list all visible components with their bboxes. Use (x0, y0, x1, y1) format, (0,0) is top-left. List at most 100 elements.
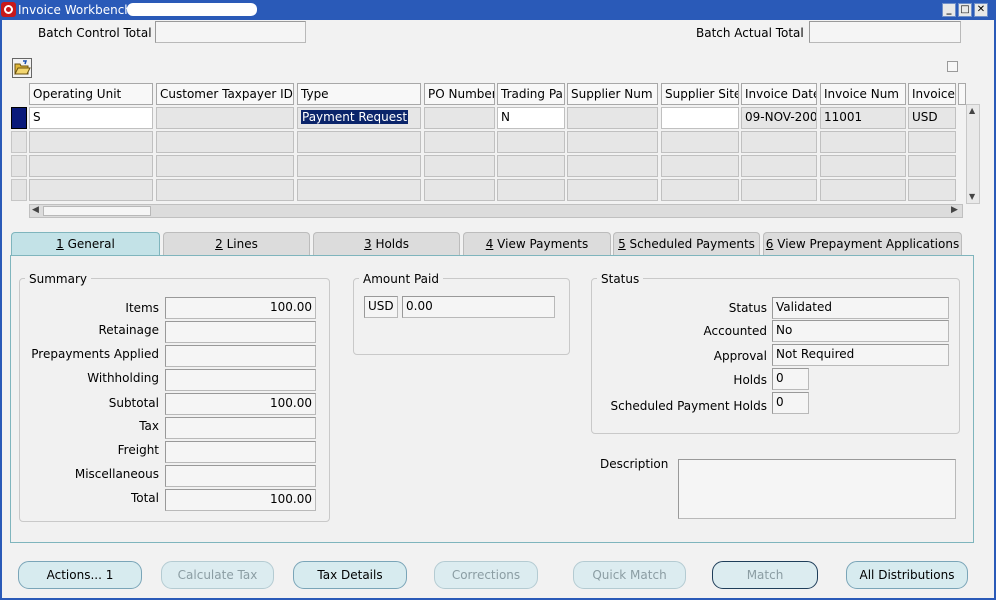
table-row-cell[interactable] (741, 155, 817, 177)
status-title: Status (597, 272, 644, 286)
tab-lines[interactable]: 2 Lines (163, 232, 310, 255)
tab-general[interactable]: 1 General (11, 232, 160, 256)
scheduled-payment-holds-field[interactable]: 0 (772, 392, 809, 414)
table-row-cell[interactable] (661, 155, 739, 177)
cell-operating-unit[interactable]: S (29, 107, 153, 129)
scroll-left-icon[interactable]: ◀ (32, 205, 39, 215)
column-header-more (958, 83, 966, 105)
withholding-field[interactable] (165, 369, 316, 391)
table-row-cell[interactable] (156, 131, 294, 153)
record-indicator-checkbox[interactable] (947, 61, 958, 72)
table-row-cell[interactable] (497, 155, 565, 177)
approval-field[interactable]: Not Required (772, 344, 949, 366)
calculate-tax-button[interactable]: Calculate Tax (161, 561, 274, 589)
table-row-cell[interactable] (908, 179, 956, 201)
match-button[interactable]: Match (712, 561, 818, 589)
column-header-trading-partner: Trading Pa (497, 83, 565, 105)
miscellaneous-field[interactable] (165, 465, 316, 487)
oracle-logo-icon (1, 2, 16, 17)
table-row-cell[interactable] (820, 131, 906, 153)
cell-invoice-date[interactable]: 09-NOV-2009 (741, 107, 817, 129)
accounted-field[interactable]: No (772, 320, 949, 342)
freight-field[interactable] (165, 441, 316, 463)
table-row-cell[interactable] (567, 155, 658, 177)
table-row-cell[interactable] (29, 155, 153, 177)
cell-type[interactable]: Payment Request (297, 107, 421, 129)
cell-customer-taxpayer-id[interactable] (156, 107, 294, 129)
cell-trading-partner[interactable]: N (497, 107, 565, 129)
table-row-cell[interactable] (567, 131, 658, 153)
scroll-thumb[interactable] (43, 206, 151, 216)
table-row-cell[interactable] (297, 155, 421, 177)
tab-scheduled-payments[interactable]: 5 Scheduled Payments (613, 232, 760, 255)
table-row-cell[interactable] (297, 179, 421, 201)
table-row-cell[interactable] (820, 155, 906, 177)
cell-po-number[interactable] (424, 107, 495, 129)
table-row-cell[interactable] (424, 155, 495, 177)
tab-view-payments[interactable]: 4 View Payments (463, 232, 611, 255)
cell-supplier-site[interactable] (661, 107, 739, 129)
row-selector-2[interactable] (11, 131, 27, 153)
subtotal-field[interactable]: 100.00 (165, 393, 316, 415)
actions-button[interactable]: Actions... 1 (18, 561, 142, 589)
table-row-cell[interactable] (661, 131, 739, 153)
table-row-cell[interactable] (29, 179, 153, 201)
tab-view-prepayment-applications[interactable]: 6 View Prepayment Applications (763, 232, 962, 255)
table-row-cell[interactable] (424, 179, 495, 201)
table-row-cell[interactable] (297, 131, 421, 153)
batch-control-total-field[interactable] (155, 21, 306, 43)
table-row-cell[interactable] (820, 179, 906, 201)
table-row-cell[interactable] (908, 131, 956, 153)
amount-paid-field[interactable]: 0.00 (402, 296, 555, 318)
table-row-cell[interactable] (29, 131, 153, 153)
table-row-cell[interactable] (497, 179, 565, 201)
table-row-cell[interactable] (156, 179, 294, 201)
total-field[interactable]: 100.00 (165, 489, 316, 511)
grid-horizontal-scrollbar[interactable]: ◀ ▶ (29, 204, 963, 218)
tax-details-button[interactable]: Tax Details (293, 561, 407, 589)
scroll-right-icon[interactable]: ▶ (951, 205, 958, 215)
grid-vertical-scrollbar[interactable]: ▲ ▼ (966, 104, 980, 204)
table-row-cell[interactable] (661, 179, 739, 201)
cell-supplier-num[interactable] (567, 107, 658, 129)
row-selector-4[interactable] (11, 179, 27, 201)
minimize-icon[interactable]: _ (942, 3, 956, 17)
window-title: Invoice Workbench ( (18, 3, 141, 17)
row-selector-3[interactable] (11, 155, 27, 177)
description-field[interactable] (678, 459, 956, 519)
retainage-label: Retainage (98, 323, 159, 337)
status-label: Status (728, 301, 767, 315)
close-icon[interactable]: ✕ (974, 3, 988, 17)
holds-field[interactable]: 0 (772, 368, 809, 390)
column-header-type: Type (297, 83, 421, 105)
table-row-cell[interactable] (567, 179, 658, 201)
corrections-button[interactable]: Corrections (434, 561, 538, 589)
cell-invoice-num[interactable]: 11001 (820, 107, 906, 129)
table-row-cell[interactable] (741, 131, 817, 153)
table-row-cell[interactable] (741, 179, 817, 201)
table-row-cell[interactable] (497, 131, 565, 153)
tax-field[interactable] (165, 417, 316, 439)
prepayments-applied-field[interactable] (165, 345, 316, 367)
row-selector-1[interactable] (11, 107, 27, 129)
cell-invoice-currency[interactable]: USD (908, 107, 956, 129)
maximize-icon[interactable]: □ (958, 3, 972, 17)
table-row-cell[interactable] (424, 131, 495, 153)
prepayments-applied-label: Prepayments Applied (31, 347, 159, 361)
status-field[interactable]: Validated (772, 297, 949, 319)
retainage-field[interactable] (165, 321, 316, 343)
items-field[interactable]: 100.00 (165, 297, 316, 319)
table-row-cell[interactable] (156, 155, 294, 177)
quick-match-button[interactable]: Quick Match (573, 561, 686, 589)
folder-tools-button[interactable] (12, 58, 32, 78)
tab-scheduled-payments-mnemonic: 5 (618, 237, 626, 251)
table-row-cell[interactable] (908, 155, 956, 177)
batch-actual-total-field[interactable] (809, 21, 961, 43)
scroll-up-icon[interactable]: ▲ (969, 106, 975, 115)
total-label: Total (130, 491, 159, 505)
title-bar: Invoice Workbench ( _ □ ✕ (0, 0, 996, 20)
amount-paid-currency-field[interactable]: USD (364, 296, 398, 318)
scroll-down-icon[interactable]: ▼ (969, 192, 975, 201)
tab-holds[interactable]: 3 Holds (313, 232, 460, 255)
all-distributions-button[interactable]: All Distributions (846, 561, 968, 589)
